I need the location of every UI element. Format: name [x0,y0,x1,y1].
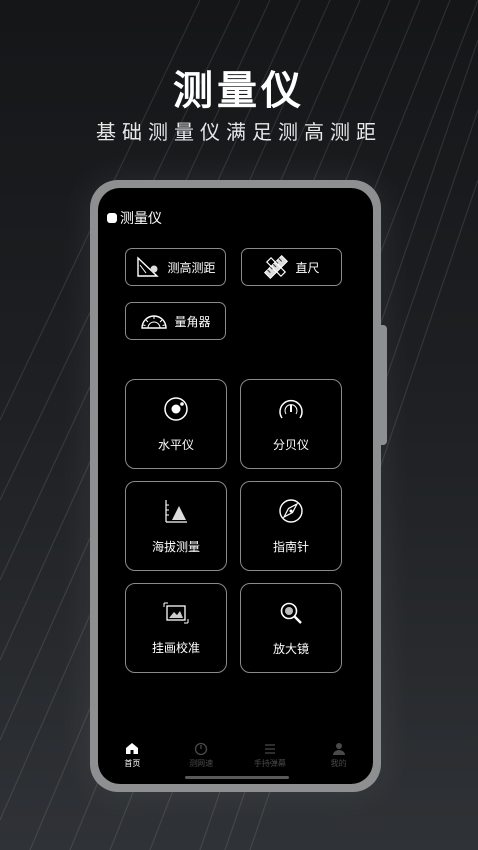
tab-label: 手持弹幕 [253,759,286,768]
card-label: 指南针 [272,539,309,554]
card-label: 挂画校准 [151,640,200,655]
tab-profile[interactable]: 我的 [309,742,369,769]
tool-label: 量角器 [174,314,211,329]
picture-frame-icon [163,602,189,623]
home-icon [126,743,139,754]
card-label: 水平仪 [157,437,194,452]
tool-height-distance-button[interactable]: 测高测距 [125,248,226,286]
level-icon [164,396,188,421]
home-indicator [185,776,289,779]
card-picture-calibration[interactable]: 挂画校准 [125,583,227,673]
tool-label: 直尺 [295,260,320,275]
phone-side-button [379,325,387,445]
tab-handheld-barrage[interactable]: 手持弹幕 [240,742,300,769]
tab-label: 首页 [124,759,141,768]
profile-icon [332,743,345,755]
protractor-icon [141,315,168,329]
tab-label: 测网速 [189,759,214,768]
list-icon [264,744,275,754]
header-dot-icon [107,213,117,223]
card-decibel[interactable]: 分贝仪 [240,379,342,469]
triangle-ruler-icon [137,256,160,277]
tool-ruler-button[interactable]: 直尺 [241,248,342,286]
phone-screen: 测量仪 测高测距 直尺 量角器 水平仪 分贝仪 海拔测量 指南针 挂画校准 放大… [98,188,373,784]
card-label: 海拔测量 [151,539,200,554]
card-label: 分贝仪 [272,437,309,452]
promo-subtitle: 基础测量仪满足测高测距 [96,120,382,144]
magnifier-icon [280,602,302,624]
tab-speed-test[interactable]: 测网速 [171,742,231,769]
tool-label: 测高测距 [167,260,216,275]
app-header: 测量仪 [107,208,162,228]
mountain-icon [165,499,187,523]
header-title: 测量仪 [120,211,162,227]
speed-icon [194,742,208,755]
ruler-icon [264,255,289,279]
tab-home[interactable]: 首页 [102,742,162,769]
card-label: 放大镜 [272,641,309,656]
compass-icon [279,498,303,523]
card-level[interactable]: 水平仪 [125,379,227,469]
card-altitude[interactable]: 海拔测量 [125,481,227,571]
card-magnifier[interactable]: 放大镜 [240,583,342,673]
tab-label: 我的 [330,759,347,768]
tool-protractor-button[interactable]: 量角器 [125,302,226,340]
card-compass[interactable]: 指南针 [240,481,342,571]
gauge-icon [279,399,303,418]
promo-title: 测量仪 [173,68,305,114]
